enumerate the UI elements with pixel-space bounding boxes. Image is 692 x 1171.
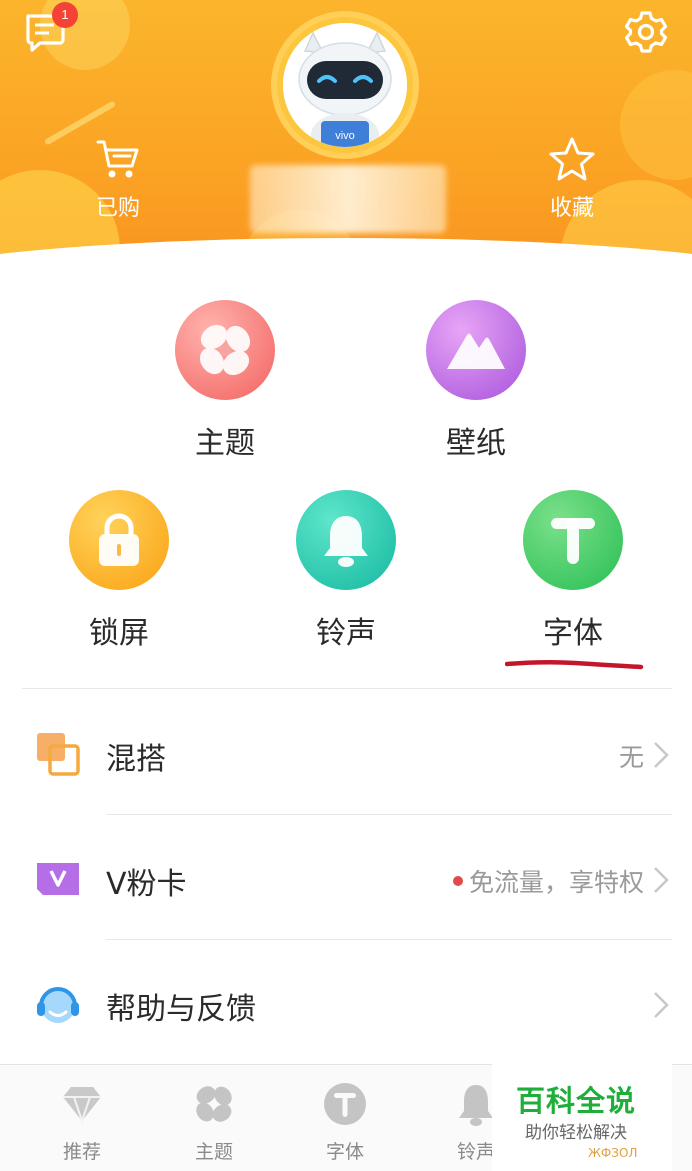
vcard-promo: 免流量，享特权 bbox=[452, 863, 644, 899]
avatar-image: vivo bbox=[283, 23, 407, 147]
chevron-right-icon bbox=[654, 742, 669, 768]
pinwheel-icon bbox=[199, 324, 251, 376]
profile-header: 1 vivo 已购 收藏 bbox=[0, 0, 692, 280]
username-redacted bbox=[250, 165, 446, 233]
category-lockscreen-label: 锁屏 bbox=[89, 616, 149, 651]
category-theme[interactable]: 主题 bbox=[160, 300, 290, 462]
overlap-squares-icon bbox=[37, 733, 80, 776]
nav-tab-font[interactable]: 字体 bbox=[300, 1081, 390, 1164]
category-theme-label: 主题 bbox=[195, 426, 255, 461]
gear-icon bbox=[624, 11, 668, 53]
list-item-help[interactable]: 帮助与反馈 bbox=[0, 940, 692, 1065]
v-card-icon bbox=[37, 863, 79, 895]
font-t-icon bbox=[551, 518, 595, 564]
theme-circle bbox=[175, 300, 275, 400]
category-wallpaper-label: 壁纸 bbox=[446, 426, 506, 461]
help-title: 帮助与反馈 bbox=[106, 992, 256, 1027]
category-ringtone-label: 铃声 bbox=[316, 616, 376, 651]
category-ringtone[interactable]: 铃声 bbox=[281, 490, 411, 652]
headset-icon bbox=[37, 987, 79, 1023]
category-wallpaper[interactable]: 壁纸 bbox=[411, 300, 541, 462]
avatar-brand-text: vivo bbox=[335, 130, 355, 142]
diamond-icon bbox=[63, 1087, 101, 1125]
annotation-underline bbox=[505, 659, 644, 670]
nav-tab-recommend[interactable]: 推荐 bbox=[37, 1081, 127, 1164]
header-curve bbox=[0, 238, 692, 280]
font-circle bbox=[523, 490, 623, 590]
robot-mascot: vivo bbox=[283, 23, 407, 147]
unread-badge: 1 bbox=[52, 2, 78, 28]
settings-button[interactable] bbox=[622, 8, 670, 56]
chevron-right-icon bbox=[654, 992, 669, 1018]
pinwheel-icon bbox=[196, 1086, 232, 1122]
watermark-tail: ЖФЗОЛ bbox=[588, 1146, 638, 1160]
bought-button[interactable]: 已购 bbox=[68, 138, 168, 222]
category-lockscreen[interactable]: 锁屏 bbox=[54, 490, 184, 652]
mix-value: 无 bbox=[618, 743, 644, 772]
watermark: 百科全说 助你轻松解决 ЖФЗОЛ bbox=[492, 1064, 672, 1171]
category-font-label: 字体 bbox=[543, 616, 603, 651]
favorites-label: 收藏 bbox=[549, 196, 594, 221]
decor-bubble bbox=[620, 70, 692, 180]
list-item-mix[interactable]: 混搭 无 bbox=[0, 690, 692, 815]
avatar[interactable]: vivo bbox=[271, 11, 419, 159]
list-item-vcard[interactable]: V粉卡 免流量，享特权 bbox=[0, 815, 692, 940]
promo-dot bbox=[452, 876, 463, 886]
chevron-right-icon bbox=[654, 867, 669, 893]
nav-theme-label: 主题 bbox=[194, 1141, 233, 1163]
star-icon bbox=[549, 137, 595, 181]
mountain-icon bbox=[447, 333, 505, 369]
cart-icon bbox=[96, 140, 139, 178]
nav-font-label: 字体 bbox=[325, 1141, 364, 1163]
wallpaper-circle bbox=[426, 300, 526, 400]
favorites-button[interactable]: 收藏 bbox=[522, 136, 622, 222]
nav-recommend-label: 推荐 bbox=[62, 1141, 101, 1163]
category-font[interactable]: 字体 bbox=[508, 490, 638, 652]
bought-label: 已购 bbox=[95, 196, 140, 221]
watermark-subtitle: 助你轻松解决 bbox=[525, 1123, 627, 1143]
nav-tab-theme[interactable]: 主题 bbox=[169, 1081, 259, 1164]
watermark-title: 百科全说 bbox=[516, 1084, 637, 1118]
vcard-title: V粉卡 bbox=[106, 867, 187, 902]
ringtone-circle bbox=[296, 490, 396, 590]
mix-title: 混搭 bbox=[106, 742, 166, 777]
lock-icon bbox=[99, 513, 139, 566]
lockscreen-circle bbox=[69, 490, 169, 590]
section-divider bbox=[22, 688, 672, 689]
vcard-promo-text: 免流量，享特权 bbox=[468, 868, 644, 897]
font-t-icon bbox=[324, 1083, 366, 1125]
bell-icon bbox=[324, 516, 368, 567]
